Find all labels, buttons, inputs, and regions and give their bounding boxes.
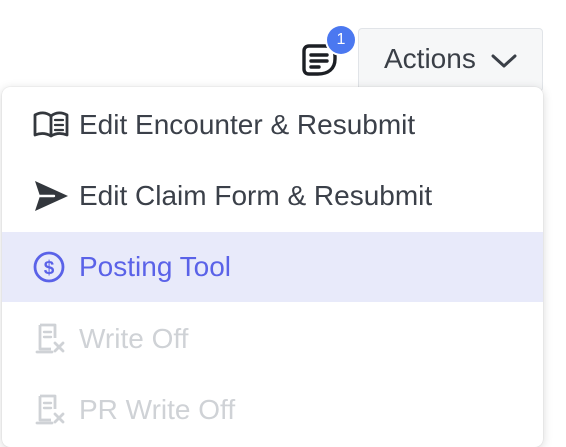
- menu-item-label: PR Write Off: [79, 394, 236, 425]
- notes-button[interactable]: 1: [300, 26, 355, 78]
- menu-item-edit-claim-form[interactable]: Edit Claim Form & Resubmit: [2, 161, 543, 231]
- open-book-icon: [33, 111, 69, 138]
- receipt-x-icon: [35, 394, 65, 425]
- menu-item-posting-tool[interactable]: $ Posting Tool: [2, 232, 543, 302]
- menu-item-label: Edit Claim Form & Resubmit: [79, 180, 433, 211]
- svg-text:$: $: [44, 258, 55, 279]
- menu-item-label: Write Off: [79, 323, 189, 354]
- receipt-x-icon: [35, 323, 65, 354]
- actions-dropdown-menu: Edit Encounter & Resubmit Edit Claim For…: [2, 87, 543, 447]
- menu-item-edit-encounter[interactable]: Edit Encounter & Resubmit: [2, 90, 543, 160]
- chevron-down-icon: [491, 54, 517, 68]
- menu-item-pr-write-off: PR Write Off: [2, 375, 543, 445]
- notification-badge: 1: [327, 26, 355, 54]
- actions-button[interactable]: Actions: [358, 28, 543, 92]
- menu-item-write-off: Write Off: [2, 304, 543, 374]
- menu-item-label: Edit Encounter & Resubmit: [79, 109, 416, 140]
- menu-item-label: Posting Tool: [79, 251, 232, 282]
- dollar-circle-icon: $: [33, 251, 65, 283]
- actions-label: Actions: [384, 43, 476, 74]
- send-icon: [35, 181, 68, 211]
